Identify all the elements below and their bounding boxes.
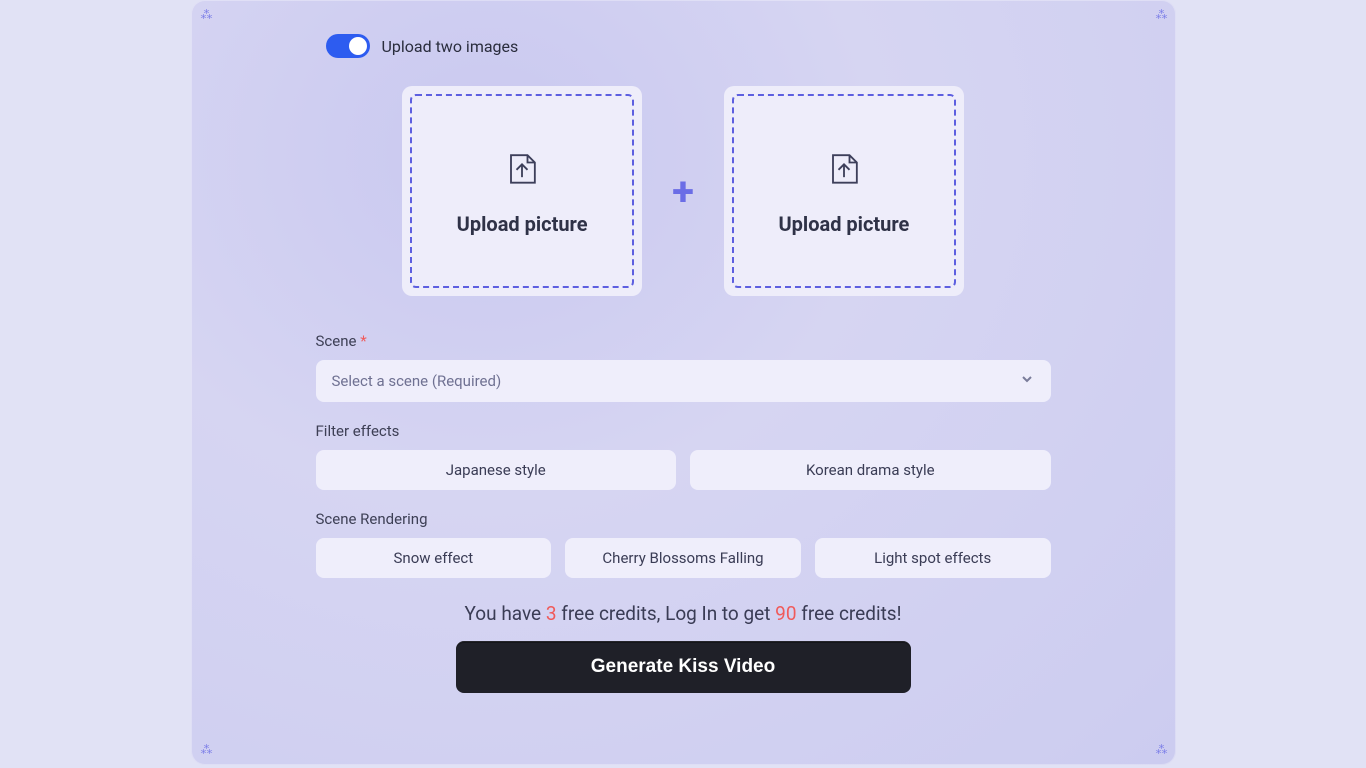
upload-file-icon [822,146,866,194]
upload-row: Upload picture + Upload picture [231,86,1136,296]
credits-free-count: 3 [546,602,557,625]
scene-rendering-field: Scene Rendering Snow effect Cherry Bloss… [316,510,1051,578]
credits-text-prefix: You have [464,602,545,625]
two-images-toggle-label: Upload two images [382,37,519,56]
scene-rendering-label: Scene Rendering [316,510,1051,528]
scene-label: Scene * [316,332,1051,350]
credits-text-suffix: free credits! [797,602,902,625]
upload-picture-1[interactable]: Upload picture [402,86,642,296]
corner-decoration-icon: ⁂ [1156,10,1166,20]
render-options-row: Snow effect Cherry Blossoms Falling Ligh… [316,538,1051,578]
chevron-down-icon [1019,371,1035,391]
credits-login-count: 90 [775,602,796,625]
filter-options-row: Japanese style Korean drama style [316,450,1051,490]
credits-text-mid: free credits, Log In to get [557,602,776,625]
upload-dropzone: Upload picture [732,94,956,288]
filter-option-japanese[interactable]: Japanese style [316,450,677,490]
required-marker: * [360,332,366,350]
plus-icon: + [672,168,694,215]
scene-field: Scene * Select a scene (Required) [316,332,1051,402]
filter-effects-label: Filter effects [316,422,1051,440]
corner-decoration-icon: ⁂ [201,745,211,755]
filter-effects-field: Filter effects Japanese style Korean dra… [316,422,1051,490]
filter-option-korean[interactable]: Korean drama style [690,450,1051,490]
upload-dropzone: Upload picture [410,94,634,288]
toggle-knob [349,37,367,55]
generate-kiss-video-button[interactable]: Generate Kiss Video [456,641,911,693]
corner-decoration-icon: ⁂ [1156,745,1166,755]
credits-message: You have 3 free credits, Log In to get 9… [231,602,1136,625]
upload-picture-2[interactable]: Upload picture [724,86,964,296]
corner-decoration-icon: ⁂ [201,10,211,20]
scene-select-placeholder: Select a scene (Required) [332,372,502,390]
render-option-snow[interactable]: Snow effect [316,538,552,578]
upload-file-icon [500,146,544,194]
upload-label: Upload picture [457,212,588,236]
scene-select[interactable]: Select a scene (Required) [316,360,1051,402]
main-card: ⁂ ⁂ ⁂ ⁂ Upload two images Upload picture [191,0,1176,765]
two-images-toggle[interactable] [326,34,370,58]
upload-label: Upload picture [778,212,909,236]
scene-label-text: Scene [316,332,357,350]
render-option-light-spot[interactable]: Light spot effects [815,538,1051,578]
two-images-toggle-row: Upload two images [326,34,1136,58]
render-option-cherry[interactable]: Cherry Blossoms Falling [565,538,801,578]
